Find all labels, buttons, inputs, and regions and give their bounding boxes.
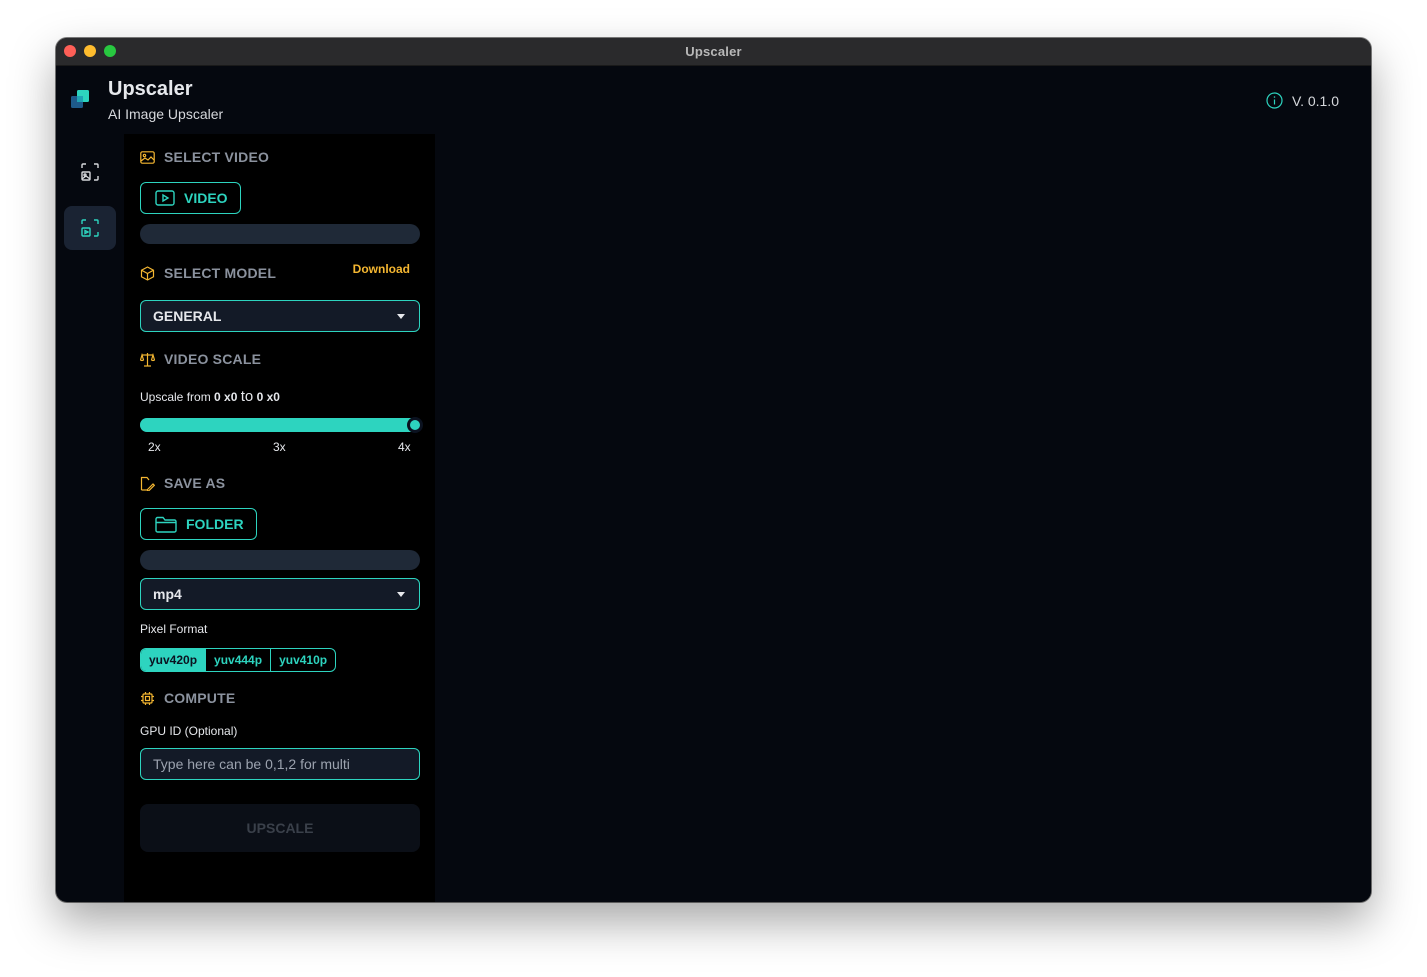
gpu-id-input[interactable] — [140, 748, 420, 780]
folder-icon — [155, 516, 177, 533]
sidebar — [64, 150, 116, 262]
app-window: Upscaler Upscaler AI Image Upscaler V. 0… — [56, 38, 1371, 902]
video-upscale-icon — [81, 219, 99, 237]
version-label: V. 0.1.0 — [1292, 92, 1339, 109]
app-header: Upscaler AI Image Upscaler V. 0.1.0 — [56, 66, 1371, 134]
download-models-link[interactable]: Download — [353, 262, 410, 276]
sidebar-item-image[interactable] — [64, 150, 116, 194]
model-select-value: GENERAL — [153, 308, 222, 324]
pixel-format-option[interactable]: yuv420p — [141, 649, 207, 671]
format-select-value: mp4 — [153, 586, 182, 602]
window-controls — [64, 45, 116, 57]
app-logo-icon — [71, 90, 89, 108]
minimize-window-button[interactable] — [84, 45, 96, 57]
video-path-display — [140, 224, 420, 244]
scale-icon — [140, 352, 155, 367]
upscale-button[interactable]: UPSCALE — [140, 804, 420, 852]
app-subtitle: AI Image Upscaler — [108, 106, 224, 122]
title-bar: Upscaler — [56, 38, 1371, 66]
chevron-down-icon — [397, 592, 405, 597]
model-select[interactable]: GENERAL — [140, 300, 420, 332]
select-video-button[interactable]: VIDEO — [140, 182, 241, 214]
compute-title: COMPUTE — [164, 690, 236, 706]
select-folder-button-label: FOLDER — [186, 516, 244, 532]
video-scale-section-title: VIDEO SCALE — [140, 351, 261, 367]
scale-slider[interactable] — [140, 417, 423, 433]
cpu-icon — [141, 691, 154, 705]
select-video-button-label: VIDEO — [184, 190, 228, 206]
chevron-down-icon — [397, 314, 405, 319]
select-model-section-title: SELECT MODEL — [140, 265, 276, 281]
pixel-format-label: Pixel Format — [140, 622, 208, 636]
play-icon — [155, 190, 175, 206]
upscale-to-word: to — [240, 388, 254, 405]
scale-slider-fill — [140, 418, 420, 432]
save-as-section-title: SAVE AS — [140, 475, 225, 491]
version-info[interactable]: V. 0.1.0 — [1266, 92, 1339, 109]
pixel-format-option[interactable]: yuv410p — [271, 649, 335, 671]
format-select[interactable]: mp4 — [140, 578, 420, 610]
upscale-from-value: 0 x0 — [214, 390, 238, 404]
save-as-title: SAVE AS — [164, 475, 226, 491]
maximize-window-button[interactable] — [104, 45, 116, 57]
select-model-title: SELECT MODEL — [164, 265, 277, 281]
cube-icon — [140, 265, 155, 281]
compute-section-title: COMPUTE — [140, 690, 235, 706]
video-scale-title: VIDEO SCALE — [164, 351, 262, 367]
info-icon — [1266, 92, 1283, 109]
pixel-format-toggle-group: yuv420p yuv444p yuv410p — [140, 648, 337, 672]
upscale-prefix: Upscale from — [140, 390, 211, 404]
preview-area — [435, 134, 1371, 902]
window-title: Upscaler — [685, 44, 742, 59]
scale-slider-thumb[interactable] — [407, 417, 423, 433]
sidebar-item-video[interactable] — [64, 206, 116, 250]
scale-tick-3x: 3x — [273, 440, 286, 454]
pixel-format-option[interactable]: yuv444p — [206, 649, 272, 671]
scale-tick-4x: 4x — [398, 440, 411, 454]
close-window-button[interactable] — [64, 45, 76, 57]
select-video-section-title: SELECT VIDEO — [140, 149, 269, 165]
select-folder-button[interactable]: FOLDER — [140, 508, 257, 540]
app-name: Upscaler — [108, 78, 193, 100]
save-icon — [140, 476, 155, 491]
scale-tick-2x: 2x — [148, 440, 161, 454]
image-upscale-icon — [81, 163, 99, 181]
select-video-title: SELECT VIDEO — [164, 149, 270, 165]
upscale-to-value: 0 x0 — [256, 390, 280, 404]
image-icon — [140, 150, 155, 164]
upscale-dimensions-text: Upscale from 0 x0 to 0 x0 — [140, 388, 280, 405]
output-path-display — [140, 550, 420, 570]
gpu-id-label: GPU ID (Optional) — [140, 724, 238, 738]
settings-panel: SELECT VIDEO VIDEO SELECT MODEL Download… — [124, 134, 435, 902]
